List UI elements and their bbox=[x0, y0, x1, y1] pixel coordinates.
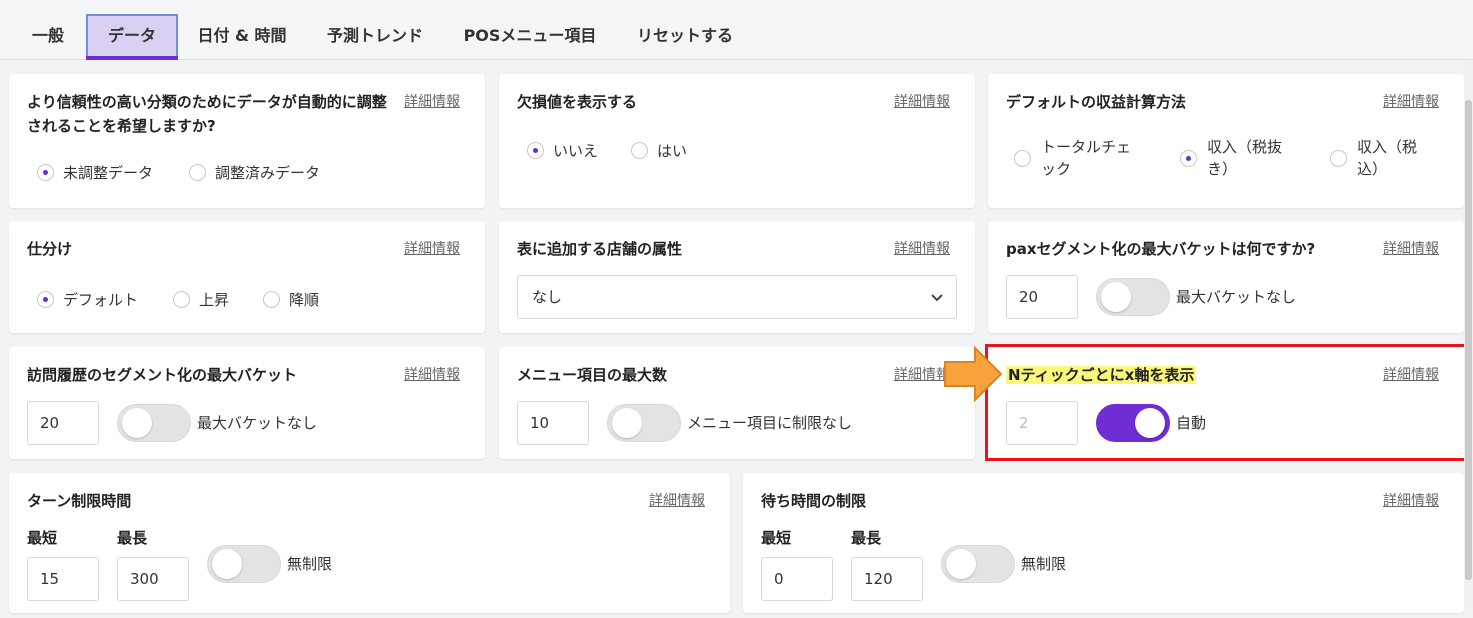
radio-label: 上昇 bbox=[199, 291, 230, 309]
radio-label: はい bbox=[657, 142, 688, 160]
radio-no[interactable]: いいえ bbox=[527, 140, 598, 161]
card-title: 待ち時間の制限 bbox=[761, 492, 867, 510]
visit-bucket-input[interactable]: 20 bbox=[27, 401, 99, 445]
card-store-attribute: 表に追加する店舗の属性 詳細情報 なし bbox=[499, 221, 975, 333]
select-value: なし bbox=[532, 288, 563, 306]
tab-date-time[interactable]: 日付 & 時間 bbox=[190, 14, 294, 58]
menu-max-input[interactable]: 10 bbox=[517, 401, 589, 445]
radio-label: 調整済みデータ bbox=[215, 164, 321, 182]
tab-bar: 一般 データ 日付 & 時間 予測トレンド POSメニュー項目 リセットする bbox=[0, 0, 1473, 60]
detail-link[interactable]: 詳細情報 bbox=[894, 90, 950, 114]
radio-yes[interactable]: はい bbox=[631, 140, 687, 161]
tab-reset[interactable]: リセットする bbox=[626, 14, 744, 58]
toggle-label: 最大バケットなし bbox=[197, 414, 318, 432]
tab-data[interactable]: データ bbox=[86, 14, 178, 60]
card-title: 表に追加する店舗の属性 bbox=[517, 240, 683, 258]
radio-unchecked-icon bbox=[631, 142, 648, 159]
card-pax-segment: paxセグメント化の最大バケットは何ですか? 詳細情報 20 最大バケットなし bbox=[988, 221, 1464, 333]
tab-forecast-trend[interactable]: 予測トレンド bbox=[316, 14, 434, 58]
toggle-label: 無制限 bbox=[1021, 555, 1067, 573]
toggle-label: 無制限 bbox=[287, 555, 333, 573]
radio-label: デフォルト bbox=[63, 291, 139, 309]
pax-no-limit-toggle[interactable] bbox=[1096, 278, 1170, 316]
toggle-label: メニュー項目に制限なし bbox=[687, 414, 853, 432]
radio-revenue-incl-tax[interactable]: 収入（税込） bbox=[1330, 136, 1432, 180]
visit-no-limit-toggle[interactable] bbox=[117, 404, 191, 442]
detail-link[interactable]: 詳細情報 bbox=[404, 90, 460, 114]
radio-ascending[interactable]: 上昇 bbox=[173, 289, 229, 310]
radio-unchecked-icon bbox=[1330, 149, 1347, 167]
vertical-scrollbar[interactable] bbox=[1464, 60, 1473, 608]
card-auto-adjust: より信頼性の高い分類のためにデータが自動的に調整されることを希望しますか? 詳細… bbox=[9, 74, 485, 208]
card-title: デフォルトの収益計算方法 bbox=[1006, 93, 1187, 111]
min-label: 最短 bbox=[761, 529, 792, 547]
toggle-label: 最大バケットなし bbox=[1176, 288, 1297, 306]
radio-unchecked-icon bbox=[189, 164, 206, 181]
radio-adjusted[interactable]: 調整済みデータ bbox=[189, 162, 320, 183]
turn-unlimited-toggle[interactable] bbox=[207, 545, 281, 583]
turn-max-input[interactable]: 300 bbox=[117, 557, 189, 601]
radio-checked-icon bbox=[527, 142, 544, 159]
wait-min-input[interactable]: 0 bbox=[761, 557, 833, 601]
highlight-box bbox=[985, 344, 1468, 461]
card-title: より信頼性の高い分類のためにデータが自動的に調整されることを希望しますか? bbox=[27, 93, 387, 135]
toggle-knob bbox=[122, 408, 152, 438]
radio-label: 収入（税込） bbox=[1357, 138, 1418, 178]
card-title: 欠損値を表示する bbox=[517, 93, 638, 111]
radio-checked-icon bbox=[37, 291, 54, 308]
card-turn-limit: ターン制限時間 詳細情報 最短 最長 15 300 無制限 bbox=[9, 473, 730, 613]
card-show-missing: 欠損値を表示する 詳細情報 いいえ はい bbox=[499, 74, 975, 208]
detail-link[interactable]: 詳細情報 bbox=[1383, 489, 1439, 513]
tab-general[interactable]: 一般 bbox=[20, 14, 76, 58]
toggle-knob bbox=[612, 408, 642, 438]
radio-label: トータルチェック bbox=[1041, 138, 1132, 178]
radio-label: 未調整データ bbox=[63, 164, 154, 182]
radio-unchecked-icon bbox=[263, 291, 280, 308]
store-attribute-select[interactable]: なし bbox=[517, 275, 957, 319]
tab-pos-menu-items[interactable]: POSメニュー項目 bbox=[456, 14, 604, 58]
radio-label: 収入（税抜き） bbox=[1207, 138, 1283, 178]
arrow-right-icon bbox=[944, 345, 1003, 403]
radio-total-check[interactable]: トータルチェック bbox=[1014, 136, 1144, 180]
scrollbar-thumb[interactable] bbox=[1465, 100, 1472, 580]
radio-descending[interactable]: 降順 bbox=[263, 289, 319, 310]
pax-bucket-input[interactable]: 20 bbox=[1006, 275, 1078, 319]
radio-revenue-excl-tax[interactable]: 収入（税抜き） bbox=[1180, 136, 1298, 180]
card-menu-max: メニュー項目の最大数 詳細情報 10 メニュー項目に制限なし bbox=[499, 347, 975, 459]
card-title: paxセグメント化の最大バケットは何ですか? bbox=[1006, 240, 1316, 258]
detail-link[interactable]: 詳細情報 bbox=[1383, 90, 1439, 114]
toggle-knob bbox=[1101, 282, 1131, 312]
radio-checked-icon bbox=[37, 164, 54, 181]
card-revenue-method: デフォルトの収益計算方法 詳細情報 トータルチェック 収入（税抜き） 収入（税込… bbox=[988, 74, 1464, 208]
max-label: 最長 bbox=[851, 529, 882, 547]
radio-unchecked-icon bbox=[1014, 149, 1031, 167]
min-label: 最短 bbox=[27, 529, 58, 547]
wait-max-input[interactable]: 120 bbox=[851, 557, 923, 601]
radio-label: いいえ bbox=[553, 142, 599, 160]
card-visit-segment: 訪問履歴のセグメント化の最大バケット 詳細情報 20 最大バケットなし bbox=[9, 347, 485, 459]
toggle-knob bbox=[946, 549, 976, 579]
detail-link[interactable]: 詳細情報 bbox=[649, 489, 705, 513]
chevron-down-icon bbox=[931, 294, 943, 302]
turn-min-input[interactable]: 15 bbox=[27, 557, 99, 601]
card-title: ターン制限時間 bbox=[27, 492, 132, 510]
radio-label: 降順 bbox=[289, 291, 320, 309]
detail-link[interactable]: 詳細情報 bbox=[404, 237, 460, 261]
radio-checked-icon bbox=[1180, 149, 1197, 167]
card-wait-limit: 待ち時間の制限 詳細情報 最短 最長 0 120 無制限 bbox=[743, 473, 1464, 613]
radio-unchecked-icon bbox=[173, 291, 190, 308]
card-title: 訪問履歴のセグメント化の最大バケット bbox=[27, 366, 298, 384]
card-sort: 仕分け 詳細情報 デフォルト 上昇 降順 bbox=[9, 221, 485, 333]
radio-default[interactable]: デフォルト bbox=[37, 289, 138, 310]
max-label: 最長 bbox=[117, 529, 148, 547]
detail-link[interactable]: 詳細情報 bbox=[404, 363, 460, 387]
card-title: 仕分け bbox=[27, 240, 73, 258]
card-title: メニュー項目の最大数 bbox=[517, 366, 668, 384]
toggle-knob bbox=[212, 549, 242, 579]
detail-link[interactable]: 詳細情報 bbox=[1383, 237, 1439, 261]
radio-unadjusted[interactable]: 未調整データ bbox=[37, 162, 153, 183]
wait-unlimited-toggle[interactable] bbox=[941, 545, 1015, 583]
menu-no-limit-toggle[interactable] bbox=[607, 404, 681, 442]
detail-link[interactable]: 詳細情報 bbox=[894, 237, 950, 261]
